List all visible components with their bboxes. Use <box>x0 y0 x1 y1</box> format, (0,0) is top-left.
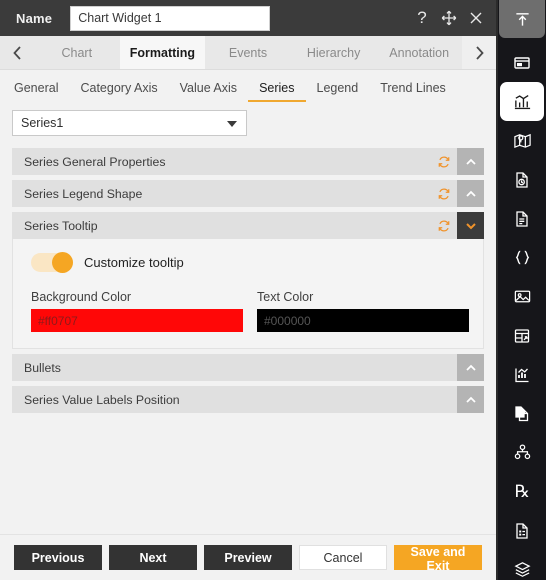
subtab-value-axis[interactable]: Value Axis <box>169 81 248 102</box>
text-color-input[interactable] <box>257 309 469 332</box>
accordion-header[interactable]: Series General Properties <box>12 148 484 175</box>
series-settings-body: Series1 Series General Properties Series… <box>0 102 496 534</box>
chevron-down-icon <box>227 121 237 127</box>
tabs-scroll-left-icon[interactable] <box>0 36 34 69</box>
previous-button[interactable]: Previous <box>14 545 102 570</box>
code-braces-icon[interactable] <box>500 238 544 277</box>
background-color-field: Background Color <box>31 290 243 332</box>
accordion-bullets: Bullets <box>12 354 484 381</box>
move-icon[interactable] <box>441 10 457 26</box>
chart-widget-dialog: Name ? <box>0 0 498 580</box>
main-tabs: Chart Formatting Events Hierarchy Annota… <box>34 36 462 69</box>
chart-line-icon[interactable] <box>500 355 544 394</box>
subtab-legend[interactable]: Legend <box>306 81 370 102</box>
accordion-header[interactable]: Series Tooltip <box>12 212 484 239</box>
table-grid-icon[interactable] <box>500 316 544 355</box>
text-color-field: Text Color <box>257 290 469 332</box>
accordion-series-legend-shape: Series Legend Shape <box>12 180 484 207</box>
accordion-collapse-icon[interactable] <box>457 212 484 239</box>
series-accordion-list: Series General Properties Series Legend … <box>12 148 484 413</box>
customize-tooltip-toggle[interactable] <box>31 252 73 273</box>
document-text-icon[interactable] <box>500 199 544 238</box>
accordion-expand-icon[interactable] <box>457 354 484 381</box>
dialog-footer: Previous Next Preview Cancel Save and Ex… <box>0 534 496 580</box>
customize-tooltip-row: Customize tooltip <box>27 252 469 273</box>
widget-toolbar-rail: ℞ <box>498 0 546 580</box>
tabs-scroll-right-icon[interactable] <box>462 36 496 69</box>
save-and-exit-button[interactable]: Save and Exit <box>394 545 482 573</box>
tooltip-color-fields: Background Color Text Color <box>27 290 469 332</box>
accordion-series-general-properties: Series General Properties <box>12 148 484 175</box>
subtab-category-axis[interactable]: Category Axis <box>69 81 168 102</box>
accordion-title: Series Tooltip <box>24 218 98 233</box>
tab-hierarchy[interactable]: Hierarchy <box>291 36 377 69</box>
map-icon[interactable] <box>500 121 544 160</box>
formatting-sub-tabs: General Category Axis Value Axis Series … <box>0 70 496 102</box>
toggle-knob <box>52 252 73 273</box>
copy-pages-icon[interactable] <box>500 394 544 433</box>
hierarchy-icon[interactable] <box>500 433 544 472</box>
layout-card-icon[interactable] <box>500 43 544 82</box>
reset-icon[interactable] <box>431 148 457 175</box>
background-color-input[interactable] <box>31 309 243 332</box>
accordion-title: Series General Properties <box>24 154 166 169</box>
collapse-up-icon[interactable] <box>499 0 545 38</box>
accordion-controls <box>457 386 484 413</box>
widget-configuration-window: Name ? <box>0 0 546 580</box>
layers-stack-icon[interactable] <box>500 550 544 580</box>
reset-icon[interactable] <box>431 180 457 207</box>
accordion-series-value-labels-position: Series Value Labels Position <box>12 386 484 413</box>
accordion-header[interactable]: Series Legend Shape <box>12 180 484 207</box>
cancel-button[interactable]: Cancel <box>299 545 387 570</box>
rail-item-list: ℞ <box>498 38 546 580</box>
document-list-icon[interactable] <box>500 511 544 550</box>
tab-chart[interactable]: Chart <box>34 36 120 69</box>
name-label: Name <box>16 10 53 26</box>
background-color-label: Background Color <box>31 290 132 304</box>
accordion-controls <box>431 180 484 207</box>
preview-button[interactable]: Preview <box>204 545 292 570</box>
subtab-trend-lines[interactable]: Trend Lines <box>369 81 457 102</box>
chart-bar-icon[interactable] <box>500 82 544 121</box>
customize-tooltip-label: Customize tooltip <box>84 255 184 270</box>
document-clock-icon[interactable] <box>500 160 544 199</box>
accordion-expand-icon[interactable] <box>457 386 484 413</box>
close-icon[interactable] <box>468 10 484 26</box>
accordion-header[interactable]: Series Value Labels Position <box>12 386 484 413</box>
next-button[interactable]: Next <box>109 545 197 570</box>
help-icon[interactable]: ? <box>414 9 430 26</box>
prescription-rx-icon[interactable]: ℞ <box>500 472 544 511</box>
accordion-title: Bullets <box>24 360 61 375</box>
widget-name-input[interactable] <box>70 5 271 31</box>
accordion-controls <box>431 148 484 175</box>
rx-glyph: ℞ <box>514 481 530 501</box>
accordion-controls <box>431 212 484 239</box>
accordion-title: Series Legend Shape <box>24 186 143 201</box>
accordion-series-tooltip: Series Tooltip Customize tooltip Backgro… <box>12 212 484 349</box>
subtab-general[interactable]: General <box>14 81 69 102</box>
subtab-series[interactable]: Series <box>248 81 306 102</box>
text-color-label: Text Color <box>257 290 314 304</box>
accordion-expand-icon[interactable] <box>457 148 484 175</box>
reset-icon[interactable] <box>431 212 457 239</box>
series-select[interactable]: Series1 <box>12 110 247 136</box>
tab-events[interactable]: Events <box>205 36 291 69</box>
main-tab-strip: Chart Formatting Events Hierarchy Annota… <box>0 36 496 70</box>
accordion-controls <box>457 354 484 381</box>
accordion-title: Series Value Labels Position <box>24 392 180 407</box>
dialog-titlebar: Name ? <box>0 0 496 36</box>
image-icon[interactable] <box>500 277 544 316</box>
series-tooltip-panel: Customize tooltip Background Color Text … <box>12 239 484 349</box>
accordion-expand-icon[interactable] <box>457 180 484 207</box>
titlebar-actions: ? <box>414 9 488 26</box>
tab-formatting[interactable]: Formatting <box>119 36 206 69</box>
series-select-value: Series1 <box>21 116 64 130</box>
accordion-header[interactable]: Bullets <box>12 354 484 381</box>
tab-annotation[interactable]: Annotation <box>376 36 462 69</box>
